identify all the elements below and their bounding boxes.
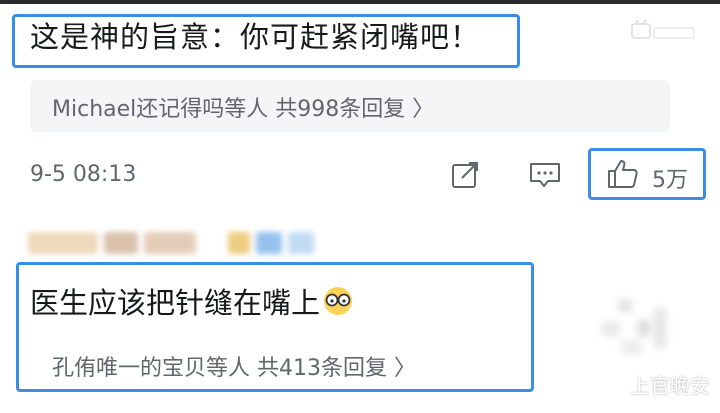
comment-1-text-highlight <box>12 14 520 68</box>
blurred-side-element <box>602 300 666 354</box>
top-edge-bar <box>0 0 720 4</box>
comment-2-replies-link[interactable]: 孔侑唯一的宝贝等人 共413条回复 〉 <box>52 350 416 382</box>
share-icon[interactable] <box>450 160 482 190</box>
watermark-text: 上官晚安 <box>630 374 710 398</box>
thumbs-up-icon[interactable] <box>606 158 640 190</box>
bilibili-watermark-logo <box>631 19 695 39</box>
comment-1-replies-link[interactable]: Michael还记得吗等人 共998条回复 〉 <box>52 91 434 123</box>
reply-icon[interactable] <box>528 160 562 190</box>
comment-1-reply-panel[interactable]: Michael还记得吗等人 共998条回复 〉 <box>30 80 670 132</box>
comment-1-timestamp: 9-5 08:13 <box>30 162 137 187</box>
blurred-username-row <box>28 232 314 258</box>
like-count: 5万 <box>652 168 688 193</box>
